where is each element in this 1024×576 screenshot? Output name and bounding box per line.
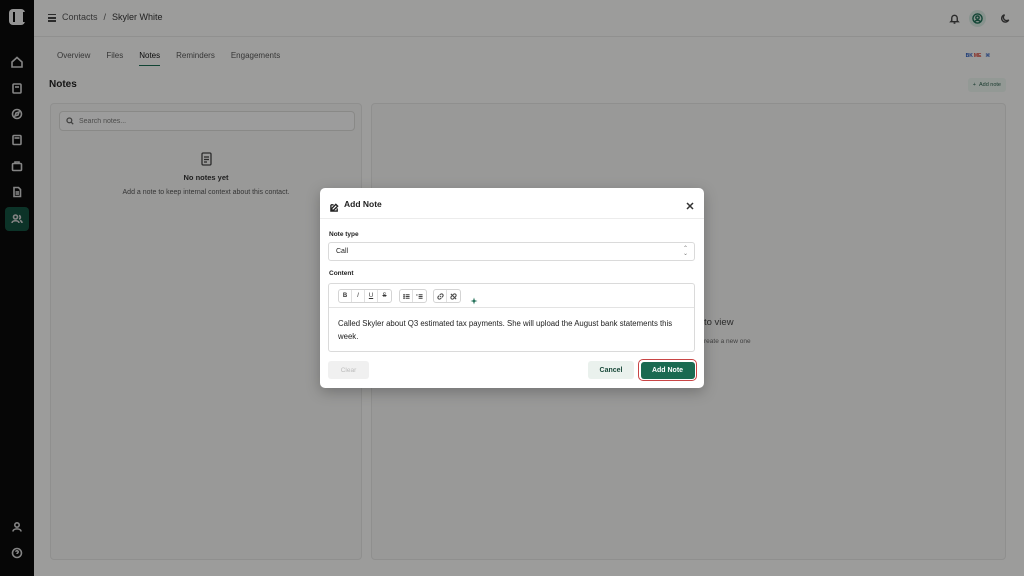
dialog-title: Add Note	[344, 199, 382, 209]
content-label: Content	[329, 270, 354, 277]
note-type-select[interactable]: Call ⌃ ⌄	[328, 242, 695, 261]
add-note-submit-button[interactable]: Add Note	[638, 359, 697, 381]
note-type-label: Note type	[329, 231, 359, 238]
edit-icon	[330, 199, 339, 212]
strikethrough-button[interactable]: S	[378, 290, 391, 302]
format-group: B I U S	[338, 289, 392, 303]
link-group	[433, 289, 461, 303]
bullet-list-icon[interactable]	[400, 290, 413, 302]
clear-button[interactable]: Clear	[328, 361, 369, 379]
add-note-dialog: Add Note Note type Call ⌃ ⌄ Content B I U…	[320, 188, 704, 388]
link-icon[interactable]	[434, 290, 447, 302]
underline-button[interactable]: U	[365, 290, 378, 302]
chevron-updown-icon: ⌃ ⌄	[682, 246, 688, 257]
content-text[interactable]: Called Skyler about Q3 estimated tax pay…	[338, 317, 683, 343]
italic-button[interactable]: I	[352, 290, 365, 302]
numbered-list-icon[interactable]	[413, 290, 426, 302]
content-editor[interactable]: B I U S Called Skyler about Q3 estimated…	[328, 283, 695, 352]
add-note-submit-label: Add Note	[640, 361, 695, 379]
dialog-header: Add Note	[320, 188, 704, 219]
cancel-button[interactable]: Cancel	[588, 361, 634, 379]
list-group	[399, 289, 427, 303]
close-icon[interactable]	[685, 198, 695, 210]
ai-sparkle-icon[interactable]	[470, 292, 478, 305]
editor-toolbar: B I U S	[329, 284, 694, 308]
note-type-value: Call	[336, 248, 349, 255]
unlink-icon[interactable]	[447, 290, 460, 302]
bold-button[interactable]: B	[339, 290, 352, 302]
